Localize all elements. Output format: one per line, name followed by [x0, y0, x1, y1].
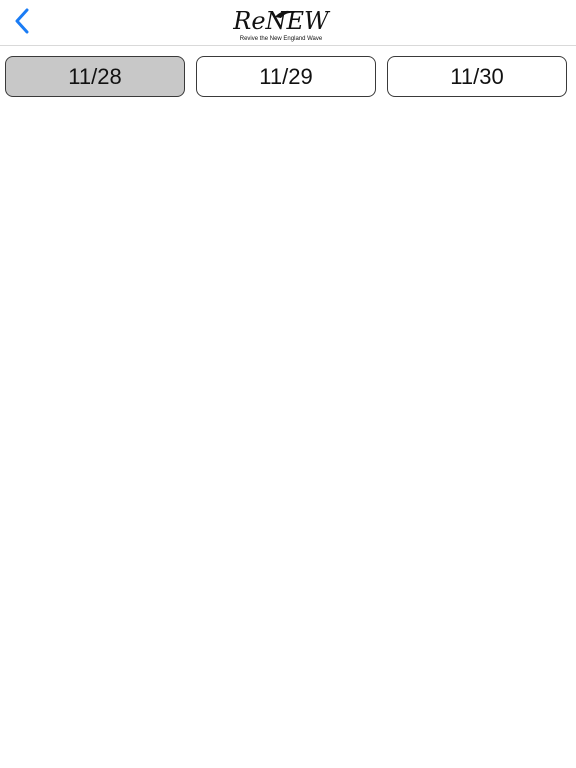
navigation-bar: ReNEW Revive the New England Wave [0, 0, 576, 46]
back-button[interactable] [0, 0, 44, 46]
logo-wordmark: ReNEW [233, 7, 329, 35]
date-tab-1129[interactable]: 11/29 [196, 56, 376, 97]
chevron-left-icon [14, 8, 30, 39]
renew-logo: ReNEW Revive the New England Wave [226, 8, 336, 46]
date-tabs: 11/28 11/29 11/30 [5, 56, 571, 99]
logo-tagline: Revive the New England Wave [239, 36, 323, 42]
date-tab-1128[interactable]: 11/28 [5, 56, 185, 97]
date-tab-1130[interactable]: 11/30 [387, 56, 567, 97]
